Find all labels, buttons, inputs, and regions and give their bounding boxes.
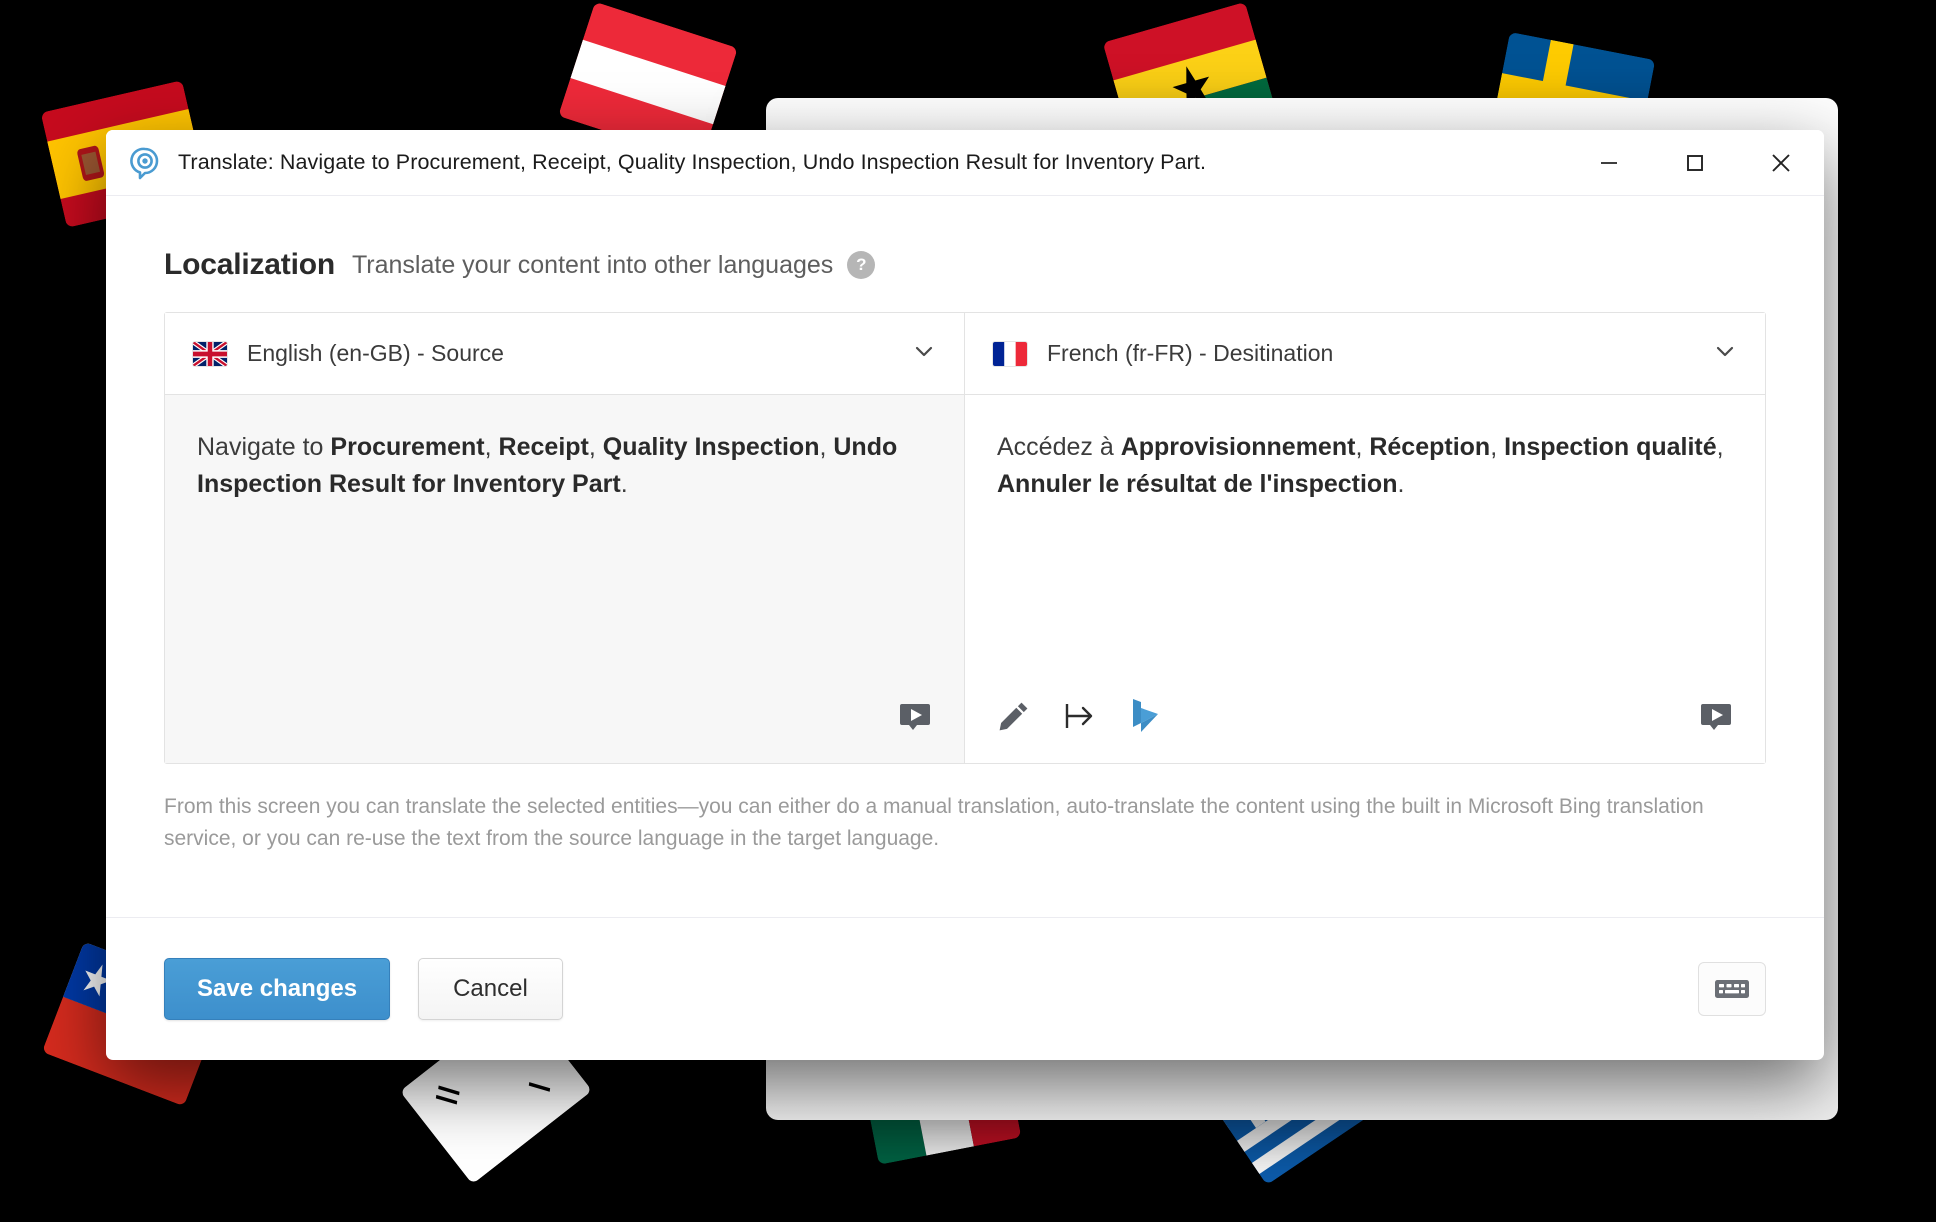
copy-source-arrow-icon[interactable] bbox=[1061, 699, 1097, 733]
page-title: Localization bbox=[164, 248, 335, 281]
minimize-icon bbox=[1601, 161, 1617, 164]
source-language-dropdown[interactable]: English (en-GB) - Source bbox=[165, 313, 964, 395]
source-panel: English (en-GB) - Source Navigate to Pro… bbox=[165, 313, 965, 763]
text-segment: , bbox=[1716, 433, 1724, 461]
chevron-down-icon bbox=[1711, 337, 1739, 370]
text-segment: Navigate to bbox=[197, 433, 331, 461]
bing-translate-icon[interactable] bbox=[1127, 697, 1163, 735]
translate-dialog-window: Translate: Navigate to Procurement, Rece… bbox=[106, 130, 1824, 1060]
window-title: Translate: Navigate to Procurement, Rece… bbox=[178, 150, 1207, 174]
chevron-down-icon bbox=[910, 337, 938, 370]
localization-header: Localization Translate your content into… bbox=[164, 196, 1766, 312]
location-target-icon bbox=[126, 144, 164, 182]
keyboard-icon bbox=[1715, 980, 1749, 998]
translation-panels: English (en-GB) - Source Navigate to Pro… bbox=[164, 312, 1766, 764]
text-segment-bold: Procurement bbox=[330, 433, 485, 461]
destination-text: Accédez à Approvisionnement, Réception, … bbox=[997, 429, 1733, 687]
save-changes-button[interactable]: Save changes bbox=[164, 958, 391, 1020]
destination-language-dropdown[interactable]: French (fr-FR) - Desitination bbox=[965, 313, 1765, 395]
destination-text-area[interactable]: Accédez à Approvisionnement, Réception, … bbox=[965, 395, 1765, 763]
keyboard-shortcuts-button[interactable] bbox=[1698, 962, 1766, 1016]
text-segment: , bbox=[1490, 433, 1505, 461]
text-segment: , bbox=[819, 433, 834, 461]
close-button[interactable] bbox=[1738, 130, 1824, 196]
dialog-footer: Save changes Cancel bbox=[106, 917, 1824, 1060]
window-controls bbox=[1566, 130, 1824, 196]
fr-flag-icon bbox=[993, 341, 1027, 366]
destination-language-label: French (fr-FR) - Desitination bbox=[1047, 340, 1334, 366]
maximize-icon bbox=[1687, 154, 1703, 171]
page-subtitle: Translate your content into other langua… bbox=[351, 250, 834, 279]
text-segment-bold: Quality Inspection bbox=[602, 433, 820, 461]
text-segment: , bbox=[588, 433, 603, 461]
speak-destination-icon[interactable] bbox=[1699, 699, 1733, 733]
window-titlebar: Translate: Navigate to Procurement, Rece… bbox=[106, 130, 1824, 196]
source-language-label: English (en-GB) - Source bbox=[247, 340, 504, 366]
close-icon bbox=[1772, 153, 1790, 172]
speak-source-icon[interactable] bbox=[898, 699, 932, 733]
text-segment: . bbox=[620, 470, 628, 498]
source-text: Navigate to Procurement, Receipt, Qualit… bbox=[197, 429, 932, 687]
text-segment: Accédez à bbox=[997, 433, 1121, 461]
text-segment-bold: Inspection qualité bbox=[1504, 433, 1717, 461]
maximize-button[interactable] bbox=[1652, 130, 1738, 196]
text-segment: , bbox=[1355, 433, 1370, 461]
source-text-area[interactable]: Navigate to Procurement, Receipt, Qualit… bbox=[165, 395, 964, 763]
text-segment: , bbox=[484, 433, 499, 461]
text-segment: . bbox=[1397, 470, 1405, 498]
help-icon[interactable]: ? bbox=[847, 251, 876, 279]
edit-pencil-icon[interactable] bbox=[997, 699, 1031, 733]
text-segment-bold: Réception bbox=[1369, 433, 1491, 461]
screen: Translate: Navigate to Procurement, Rece… bbox=[0, 0, 1936, 1222]
text-segment-bold: Receipt bbox=[498, 433, 589, 461]
cancel-button[interactable]: Cancel bbox=[418, 958, 563, 1020]
minimize-button[interactable] bbox=[1566, 130, 1652, 196]
gb-flag-icon bbox=[193, 341, 227, 366]
destination-actions bbox=[997, 687, 1733, 763]
text-segment-bold: Annuler le résultat de l'inspection bbox=[997, 470, 1398, 498]
source-actions bbox=[197, 687, 932, 763]
dialog-body: Localization Translate your content into… bbox=[106, 196, 1824, 917]
text-segment-bold: Approvisionnement bbox=[1120, 433, 1356, 461]
destination-panel: French (fr-FR) - Desitination Accédez à … bbox=[965, 313, 1765, 763]
description-text: From this screen you can translate the s… bbox=[164, 795, 1704, 850]
